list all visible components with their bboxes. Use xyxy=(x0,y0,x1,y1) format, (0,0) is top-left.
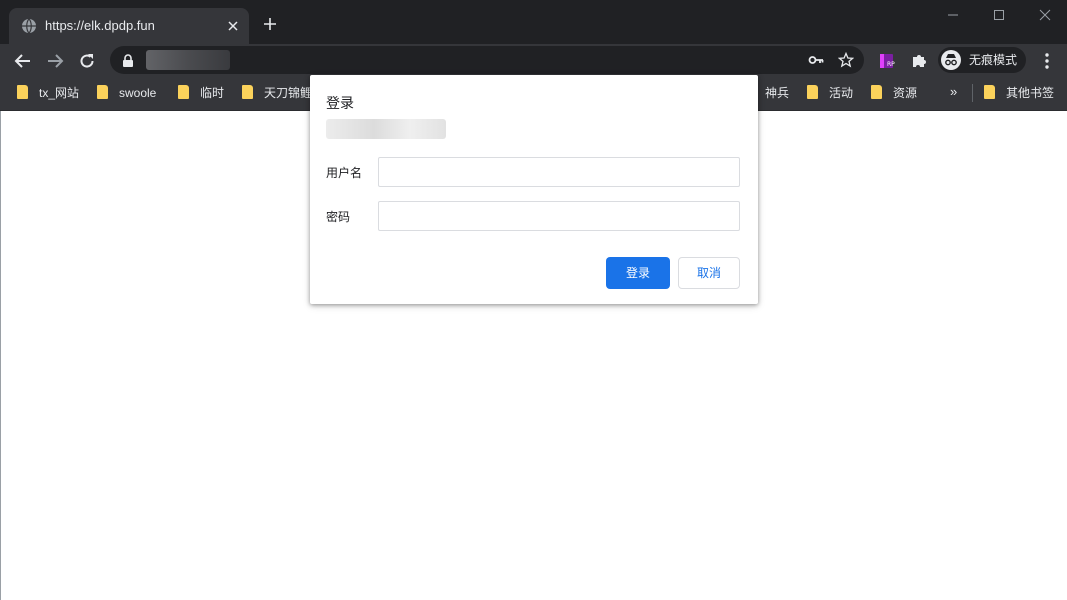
plus-icon[interactable] xyxy=(262,16,278,32)
folder-icon xyxy=(97,85,108,99)
address-bar[interactable] xyxy=(110,46,864,74)
username-input[interactable] xyxy=(378,157,740,187)
bookmarks-overflow-button[interactable]: » xyxy=(950,84,957,100)
bookmark-label: tx_网站 xyxy=(39,86,80,100)
folder-icon xyxy=(178,85,189,99)
bookmarks-separator xyxy=(972,84,973,102)
key-icon[interactable] xyxy=(808,53,824,67)
more-vert-icon[interactable] xyxy=(1039,52,1055,70)
rp-extension-icon[interactable]: RP xyxy=(878,52,896,70)
folder-icon xyxy=(871,85,882,99)
browser-toolbar xyxy=(0,44,1067,76)
username-label: 用户名 xyxy=(326,166,363,180)
password-input[interactable] xyxy=(378,201,740,231)
reload-icon[interactable] xyxy=(78,52,96,70)
tab-title: https://elk.dpdp.fun xyxy=(45,18,155,33)
incognito-icon xyxy=(941,50,961,70)
bookmark-label: 临时 xyxy=(200,86,225,100)
dialog-obscured-origin xyxy=(326,119,446,139)
other-bookmarks-label: 其他书签 xyxy=(1006,86,1055,100)
lock-icon[interactable] xyxy=(122,54,134,67)
folder-icon xyxy=(17,85,28,99)
forward-icon[interactable] xyxy=(46,52,64,70)
bookmark-label: 活动 xyxy=(829,86,854,100)
page-left-border xyxy=(0,111,1,600)
obscured-url xyxy=(146,50,230,70)
browser-tab[interactable]: https://elk.dpdp.fun xyxy=(9,8,249,44)
bookmark-label: 神兵 xyxy=(765,86,790,100)
minimize-icon[interactable] xyxy=(946,8,960,22)
folder-icon xyxy=(984,85,995,99)
bookmark-label: swoole xyxy=(119,86,157,100)
login-button[interactable]: 登录 xyxy=(606,257,670,289)
svg-text:RP: RP xyxy=(887,61,895,68)
bookmark-label: 资源 xyxy=(893,86,918,100)
puzzle-icon[interactable] xyxy=(910,52,928,70)
bookmark-label: 天刀锦鲤 xyxy=(264,86,313,100)
login-dialog: 登录 用户名 密码 登录 取消 xyxy=(310,75,758,304)
maximize-icon[interactable] xyxy=(992,8,1006,22)
folder-icon xyxy=(242,85,253,99)
star-icon[interactable] xyxy=(838,52,854,68)
incognito-label: 无痕模式 xyxy=(969,53,1018,67)
window-close-icon[interactable] xyxy=(1038,8,1052,22)
close-icon[interactable] xyxy=(225,18,241,34)
incognito-badge[interactable]: 无痕模式 xyxy=(938,47,1026,73)
back-icon[interactable] xyxy=(14,52,32,70)
cancel-button[interactable]: 取消 xyxy=(678,257,740,289)
globe-icon xyxy=(22,18,36,34)
browser-titlebar: https://elk.dpdp.fun xyxy=(0,0,1067,44)
password-label: 密码 xyxy=(326,210,351,224)
folder-icon xyxy=(807,85,818,99)
dialog-title: 登录 xyxy=(326,95,354,111)
